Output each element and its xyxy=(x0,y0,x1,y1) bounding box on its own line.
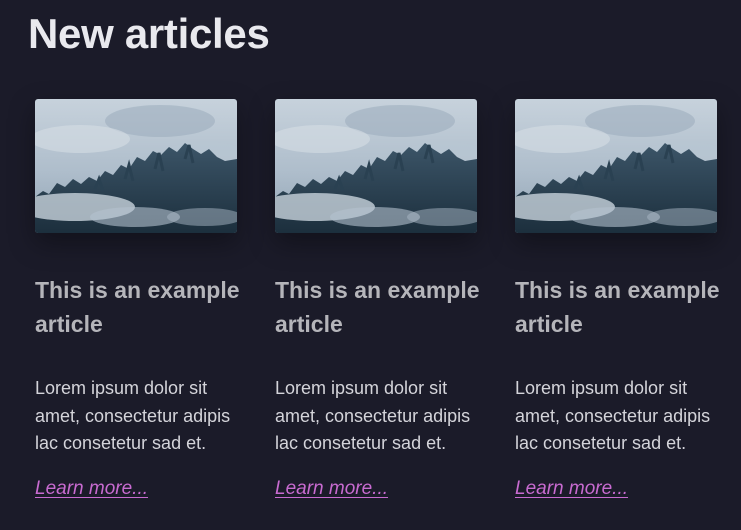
article-excerpt: Lorem ipsum dolor sit amet, consectetur … xyxy=(275,378,471,453)
learn-more-link[interactable]: Learn more... xyxy=(35,478,148,500)
article-title: This is an example article xyxy=(35,277,240,337)
article-list: This is an example article Lorem ipsum d… xyxy=(35,99,741,500)
article-image[interactable] xyxy=(275,99,477,233)
article-card: This is an example article Lorem ipsum d… xyxy=(275,99,480,500)
article-card: This is an example article Lorem ipsum d… xyxy=(35,99,240,500)
learn-more-link[interactable]: Learn more... xyxy=(515,478,628,500)
article-excerpt: Lorem ipsum dolor sit amet, consectetur … xyxy=(35,378,231,453)
page-title: New articles xyxy=(28,10,270,57)
article-image[interactable] xyxy=(515,99,717,233)
article-excerpt: Lorem ipsum dolor sit amet, consectetur … xyxy=(515,378,711,453)
article-image[interactable] xyxy=(35,99,237,233)
article-card: This is an example article Lorem ipsum d… xyxy=(515,99,720,500)
misty-forest-image xyxy=(35,99,237,233)
misty-forest-image xyxy=(275,99,477,233)
learn-more-link[interactable]: Learn more... xyxy=(275,478,388,500)
misty-forest-image xyxy=(515,99,717,233)
article-title: This is an example article xyxy=(275,277,480,337)
article-title: This is an example article xyxy=(515,277,720,337)
